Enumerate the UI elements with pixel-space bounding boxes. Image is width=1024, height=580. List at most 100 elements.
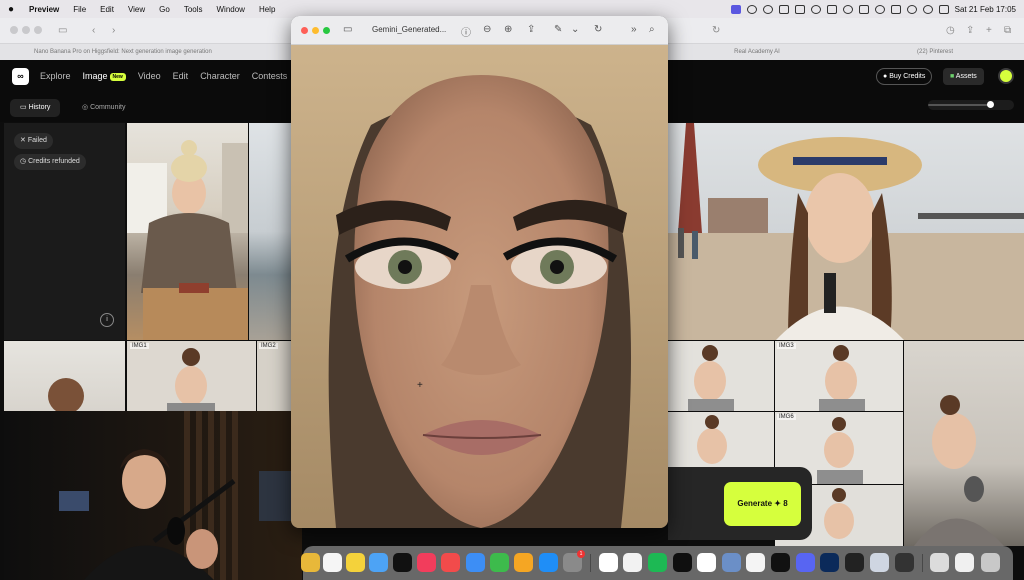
apple-tv-icon[interactable] (393, 553, 412, 572)
forward-arrow-icon[interactable]: › (112, 25, 115, 36)
share-icon[interactable]: ⇪ (527, 24, 535, 35)
finder-partial-icon[interactable] (301, 553, 320, 572)
status-icon-6[interactable] (826, 4, 837, 14)
markup-icon[interactable]: ✎ (554, 24, 562, 35)
share-icon[interactable]: ⇪ (966, 25, 974, 36)
menu-file[interactable]: File (66, 5, 93, 14)
user-avatar[interactable] (998, 68, 1014, 84)
generated-image-img1[interactable]: IMG1 (127, 341, 256, 411)
nav-explore[interactable]: Explore (40, 71, 71, 81)
search-icon[interactable]: ⌕ (649, 24, 655, 35)
screen-recorder-icon[interactable] (870, 553, 889, 572)
generated-image-img2[interactable]: IMG2 (257, 341, 291, 411)
tab-overview-icon[interactable]: ⧉ (1004, 25, 1011, 36)
screen-record-icon[interactable] (730, 4, 741, 14)
status-icon-9[interactable] (874, 4, 885, 14)
reload-icon[interactable]: ↻ (712, 25, 720, 36)
apple-menu-icon[interactable]: ● (0, 4, 22, 15)
tab-pinterest[interactable]: (22) Pinterest (846, 49, 1024, 55)
battery-icon[interactable] (890, 4, 901, 14)
pages-icon[interactable] (514, 553, 533, 572)
final-cut-icon[interactable] (895, 553, 914, 572)
generated-image-beach-partial[interactable] (249, 123, 291, 340)
info-icon[interactable]: i (100, 313, 114, 327)
generated-image-row2-a[interactable] (668, 341, 774, 411)
buy-credits-button[interactable]: ● Buy Credits (876, 68, 933, 85)
menu-help[interactable]: Help (252, 5, 282, 14)
notion-icon[interactable] (599, 553, 618, 572)
new-tab-icon[interactable]: + (986, 25, 992, 36)
info-circle-icon[interactable]: ⓘ (461, 24, 471, 39)
generated-image-microphone[interactable] (904, 341, 1024, 546)
chrome-icon[interactable] (746, 553, 765, 572)
zoom-button[interactable] (323, 27, 330, 34)
chatgpt-icon[interactable] (697, 553, 716, 572)
safari-icon[interactable] (722, 553, 741, 572)
close-button[interactable] (301, 27, 308, 34)
numbers-icon[interactable] (490, 553, 509, 572)
preview-app-icon[interactable] (369, 553, 388, 572)
generate-button[interactable]: Generate ✦ 8 (724, 482, 801, 526)
nav-character[interactable]: Character (200, 71, 240, 81)
photoshop-icon[interactable] (820, 553, 839, 572)
menu-window[interactable]: Window (210, 5, 252, 14)
discord-icon[interactable] (796, 553, 815, 572)
notes-icon[interactable] (346, 553, 365, 572)
status-icon-8[interactable] (858, 4, 869, 14)
zoom-in-icon[interactable]: ⊕ (504, 24, 512, 35)
obs-icon[interactable] (845, 553, 864, 572)
nav-image[interactable]: Image New (83, 71, 126, 81)
tab-community[interactable]: ◎ Community (72, 99, 135, 117)
higgsfield-logo[interactable]: ∞ (12, 68, 29, 85)
status-icon-3[interactable] (778, 4, 789, 14)
generated-image-kitchen[interactable] (127, 123, 248, 340)
sidebar-icon[interactable]: ▭ (343, 24, 352, 35)
menubar-clock[interactable]: Sat 21 Feb 17:05 (955, 5, 1016, 14)
search-icon[interactable] (922, 4, 933, 14)
generated-image-row3-a[interactable] (668, 412, 774, 467)
news-icon[interactable] (441, 553, 460, 572)
affinity-icon[interactable] (623, 553, 642, 572)
more-chevrons-icon[interactable]: » (631, 24, 637, 35)
zoom-out-icon[interactable]: ⊖ (483, 24, 491, 35)
status-icon-4[interactable] (794, 4, 805, 14)
preview-image[interactable]: + (291, 45, 668, 528)
app-store-icon[interactable] (539, 553, 558, 572)
reminders-icon[interactable] (323, 553, 342, 572)
status-icon-5[interactable] (810, 4, 821, 14)
generated-image-blackpool-beach[interactable] (668, 123, 1024, 340)
spotify-icon[interactable] (648, 553, 667, 572)
music-icon[interactable] (417, 553, 436, 572)
minimize-button[interactable] (312, 27, 319, 34)
nav-edit[interactable]: Edit (173, 71, 189, 81)
nav-video[interactable]: Video (138, 71, 161, 81)
trash-icon[interactable] (981, 553, 1000, 572)
audio-app-icon[interactable] (673, 553, 692, 572)
status-icon-7[interactable] (842, 4, 853, 14)
grid-size-slider[interactable] (928, 100, 1014, 110)
recent-file-2-icon[interactable] (955, 553, 974, 572)
menu-go[interactable]: Go (152, 5, 177, 14)
wifi-icon[interactable] (906, 4, 917, 14)
downloads-icon[interactable]: ◷ (946, 25, 955, 36)
menu-edit[interactable]: Edit (93, 5, 121, 14)
rotate-icon[interactable]: ↻ (594, 24, 602, 35)
status-icon-2[interactable] (762, 4, 773, 14)
menu-view[interactable]: View (121, 5, 152, 14)
capcut-icon[interactable] (771, 553, 790, 572)
recent-file-icon[interactable] (930, 553, 949, 572)
assets-button[interactable]: ■ Assets (943, 68, 984, 85)
control-center-icon[interactable] (938, 4, 949, 14)
generated-image-row2-1[interactable] (4, 341, 125, 411)
status-icon-1[interactable] (746, 4, 757, 14)
nav-contests[interactable]: Contests (252, 71, 288, 81)
chevron-down-icon[interactable]: ⌄ (571, 24, 579, 35)
keynote-icon[interactable] (466, 553, 485, 572)
tab-real-academy[interactable]: Real Academy AI (668, 49, 846, 55)
generated-image-img3[interactable]: IMG3 (775, 341, 903, 411)
menu-app-name[interactable]: Preview (22, 5, 66, 14)
back-arrow-icon[interactable]: ‹ (92, 25, 95, 36)
sidebar-toggle-icon[interactable]: ▭ (58, 25, 67, 36)
tab-history[interactable]: ▭ History (10, 99, 61, 117)
grid-size-slider-knob[interactable] (986, 101, 994, 108)
